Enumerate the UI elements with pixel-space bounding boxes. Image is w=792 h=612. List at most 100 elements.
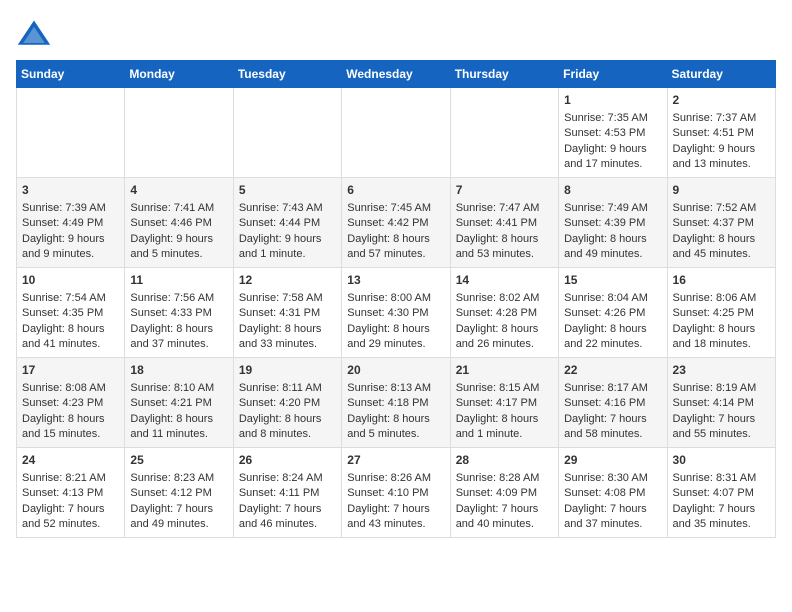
daylight-text: Daylight: 7 hours and 40 minutes.	[456, 502, 553, 533]
sunset-text: Sunset: 4:49 PM	[22, 216, 119, 231]
page-header	[16, 16, 776, 52]
sunset-text: Sunset: 4:16 PM	[564, 396, 661, 411]
sunrise-text: Sunrise: 7:37 AM	[673, 111, 770, 126]
daylight-text: Daylight: 7 hours and 52 minutes.	[22, 502, 119, 533]
day-number: 6	[347, 182, 444, 199]
day-number: 25	[130, 452, 227, 469]
daylight-text: Daylight: 7 hours and 46 minutes.	[239, 502, 336, 533]
daylight-text: Daylight: 9 hours and 9 minutes.	[22, 232, 119, 263]
weekday-thursday: Thursday	[450, 61, 558, 88]
daylight-text: Daylight: 8 hours and 57 minutes.	[347, 232, 444, 263]
sunset-text: Sunset: 4:44 PM	[239, 216, 336, 231]
sunset-text: Sunset: 4:26 PM	[564, 306, 661, 321]
weekday-row: SundayMondayTuesdayWednesdayThursdayFrid…	[17, 61, 776, 88]
calendar-cell: 12Sunrise: 7:58 AMSunset: 4:31 PMDayligh…	[233, 268, 341, 358]
calendar-body: 1Sunrise: 7:35 AMSunset: 4:53 PMDaylight…	[17, 88, 776, 538]
calendar-cell: 22 Sunrise: 8:17 AMSunset: 4:16 PMDayligh…	[559, 358, 667, 448]
daylight-text: Daylight: 8 hours and 29 minutes.	[347, 322, 444, 353]
day-number: 11	[130, 272, 227, 289]
calendar-cell: 15Sunrise: 8:04 AMSunset: 4:26 PMDayligh…	[559, 268, 667, 358]
logo	[16, 16, 58, 52]
daylight-text: Daylight: 8 hours and 41 minutes.	[22, 322, 119, 353]
calendar-cell: 5Sunrise: 7:43 AMSunset: 4:44 PMDaylight…	[233, 178, 341, 268]
daylight-text: Daylight: 8 hours and 11 minutes.	[130, 412, 227, 443]
daylight-text: Daylight: 8 hours and 22 minutes.	[564, 322, 661, 353]
calendar-cell: 3 Sunrise: 7:39 AMSunset: 4:49 PMDaylight…	[17, 178, 125, 268]
sunrise-text: Sunrise: 7:49 AM	[564, 201, 661, 216]
daylight-text: Daylight: 8 hours and 1 minute.	[456, 412, 553, 443]
sunset-text: Sunset: 4:46 PM	[130, 216, 227, 231]
daylight-text: Daylight: 9 hours and 5 minutes.	[130, 232, 227, 263]
sunset-text: Sunset: 4:09 PM	[456, 486, 553, 501]
calendar-cell: 19Sunrise: 8:11 AMSunset: 4:20 PMDayligh…	[233, 358, 341, 448]
sunset-text: Sunset: 4:53 PM	[564, 126, 661, 141]
calendar-cell: 28Sunrise: 8:28 AMSunset: 4:09 PMDayligh…	[450, 448, 558, 538]
daylight-text: Daylight: 8 hours and 8 minutes.	[239, 412, 336, 443]
weekday-sunday: Sunday	[17, 61, 125, 88]
calendar-cell: 30Sunrise: 8:31 AMSunset: 4:07 PMDayligh…	[667, 448, 775, 538]
day-number: 1	[564, 92, 661, 109]
calendar-cell: 4 Sunrise: 7:41 AMSunset: 4:46 PMDaylight…	[125, 178, 233, 268]
sunrise-text: Sunrise: 8:00 AM	[347, 291, 444, 306]
day-number: 30	[673, 452, 770, 469]
sunset-text: Sunset: 4:41 PM	[456, 216, 553, 231]
calendar-cell: 27Sunrise: 8:26 AMSunset: 4:10 PMDayligh…	[342, 448, 450, 538]
sunset-text: Sunset: 4:13 PM	[22, 486, 119, 501]
sunset-text: Sunset: 4:10 PM	[347, 486, 444, 501]
day-number: 4	[130, 182, 227, 199]
day-number: 5	[239, 182, 336, 199]
calendar-cell	[17, 88, 125, 178]
daylight-text: Daylight: 7 hours and 55 minutes.	[673, 412, 770, 443]
weekday-wednesday: Wednesday	[342, 61, 450, 88]
day-number: 8	[564, 182, 661, 199]
day-number: 2	[673, 92, 770, 109]
daylight-text: Daylight: 9 hours and 13 minutes.	[673, 142, 770, 173]
weekday-friday: Friday	[559, 61, 667, 88]
sunrise-text: Sunrise: 8:24 AM	[239, 471, 336, 486]
sunset-text: Sunset: 4:37 PM	[673, 216, 770, 231]
sunrise-text: Sunrise: 8:15 AM	[456, 381, 553, 396]
calendar-cell: 23Sunrise: 8:19 AMSunset: 4:14 PMDayligh…	[667, 358, 775, 448]
day-number: 3	[22, 182, 119, 199]
daylight-text: Daylight: 8 hours and 45 minutes.	[673, 232, 770, 263]
daylight-text: Daylight: 9 hours and 1 minute.	[239, 232, 336, 263]
daylight-text: Daylight: 7 hours and 58 minutes.	[564, 412, 661, 443]
calendar-cell: 6Sunrise: 7:45 AMSunset: 4:42 PMDaylight…	[342, 178, 450, 268]
day-number: 27	[347, 452, 444, 469]
daylight-text: Daylight: 7 hours and 49 minutes.	[130, 502, 227, 533]
sunrise-text: Sunrise: 8:17 AM	[564, 381, 661, 396]
week-row-3: 10Sunrise: 7:54 AMSunset: 4:35 PMDayligh…	[17, 268, 776, 358]
calendar-cell	[342, 88, 450, 178]
sunset-text: Sunset: 4:35 PM	[22, 306, 119, 321]
daylight-text: Daylight: 7 hours and 43 minutes.	[347, 502, 444, 533]
sunrise-text: Sunrise: 8:04 AM	[564, 291, 661, 306]
calendar-cell: 8Sunrise: 7:49 AMSunset: 4:39 PMDaylight…	[559, 178, 667, 268]
sunrise-text: Sunrise: 7:41 AM	[130, 201, 227, 216]
day-number: 20	[347, 362, 444, 379]
sunset-text: Sunset: 4:08 PM	[564, 486, 661, 501]
calendar-cell: 16Sunrise: 8:06 AMSunset: 4:25 PMDayligh…	[667, 268, 775, 358]
calendar-cell	[450, 88, 558, 178]
calendar-cell: 14Sunrise: 8:02 AMSunset: 4:28 PMDayligh…	[450, 268, 558, 358]
day-number: 24	[22, 452, 119, 469]
sunrise-text: Sunrise: 7:58 AM	[239, 291, 336, 306]
day-number: 17	[22, 362, 119, 379]
sunrise-text: Sunrise: 8:31 AM	[673, 471, 770, 486]
sunset-text: Sunset: 4:20 PM	[239, 396, 336, 411]
calendar-cell: 9Sunrise: 7:52 AMSunset: 4:37 PMDaylight…	[667, 178, 775, 268]
sunrise-text: Sunrise: 8:10 AM	[130, 381, 227, 396]
day-number: 21	[456, 362, 553, 379]
day-number: 22	[564, 362, 661, 379]
calendar-cell: 21Sunrise: 8:15 AMSunset: 4:17 PMDayligh…	[450, 358, 558, 448]
day-number: 7	[456, 182, 553, 199]
sunset-text: Sunset: 4:28 PM	[456, 306, 553, 321]
sunrise-text: Sunrise: 7:39 AM	[22, 201, 119, 216]
calendar-cell: 10Sunrise: 7:54 AMSunset: 4:35 PMDayligh…	[17, 268, 125, 358]
sunrise-text: Sunrise: 7:45 AM	[347, 201, 444, 216]
calendar-table: SundayMondayTuesdayWednesdayThursdayFrid…	[16, 60, 776, 538]
sunset-text: Sunset: 4:51 PM	[673, 126, 770, 141]
calendar-cell: 7Sunrise: 7:47 AMSunset: 4:41 PMDaylight…	[450, 178, 558, 268]
sunset-text: Sunset: 4:18 PM	[347, 396, 444, 411]
day-number: 23	[673, 362, 770, 379]
daylight-text: Daylight: 8 hours and 26 minutes.	[456, 322, 553, 353]
